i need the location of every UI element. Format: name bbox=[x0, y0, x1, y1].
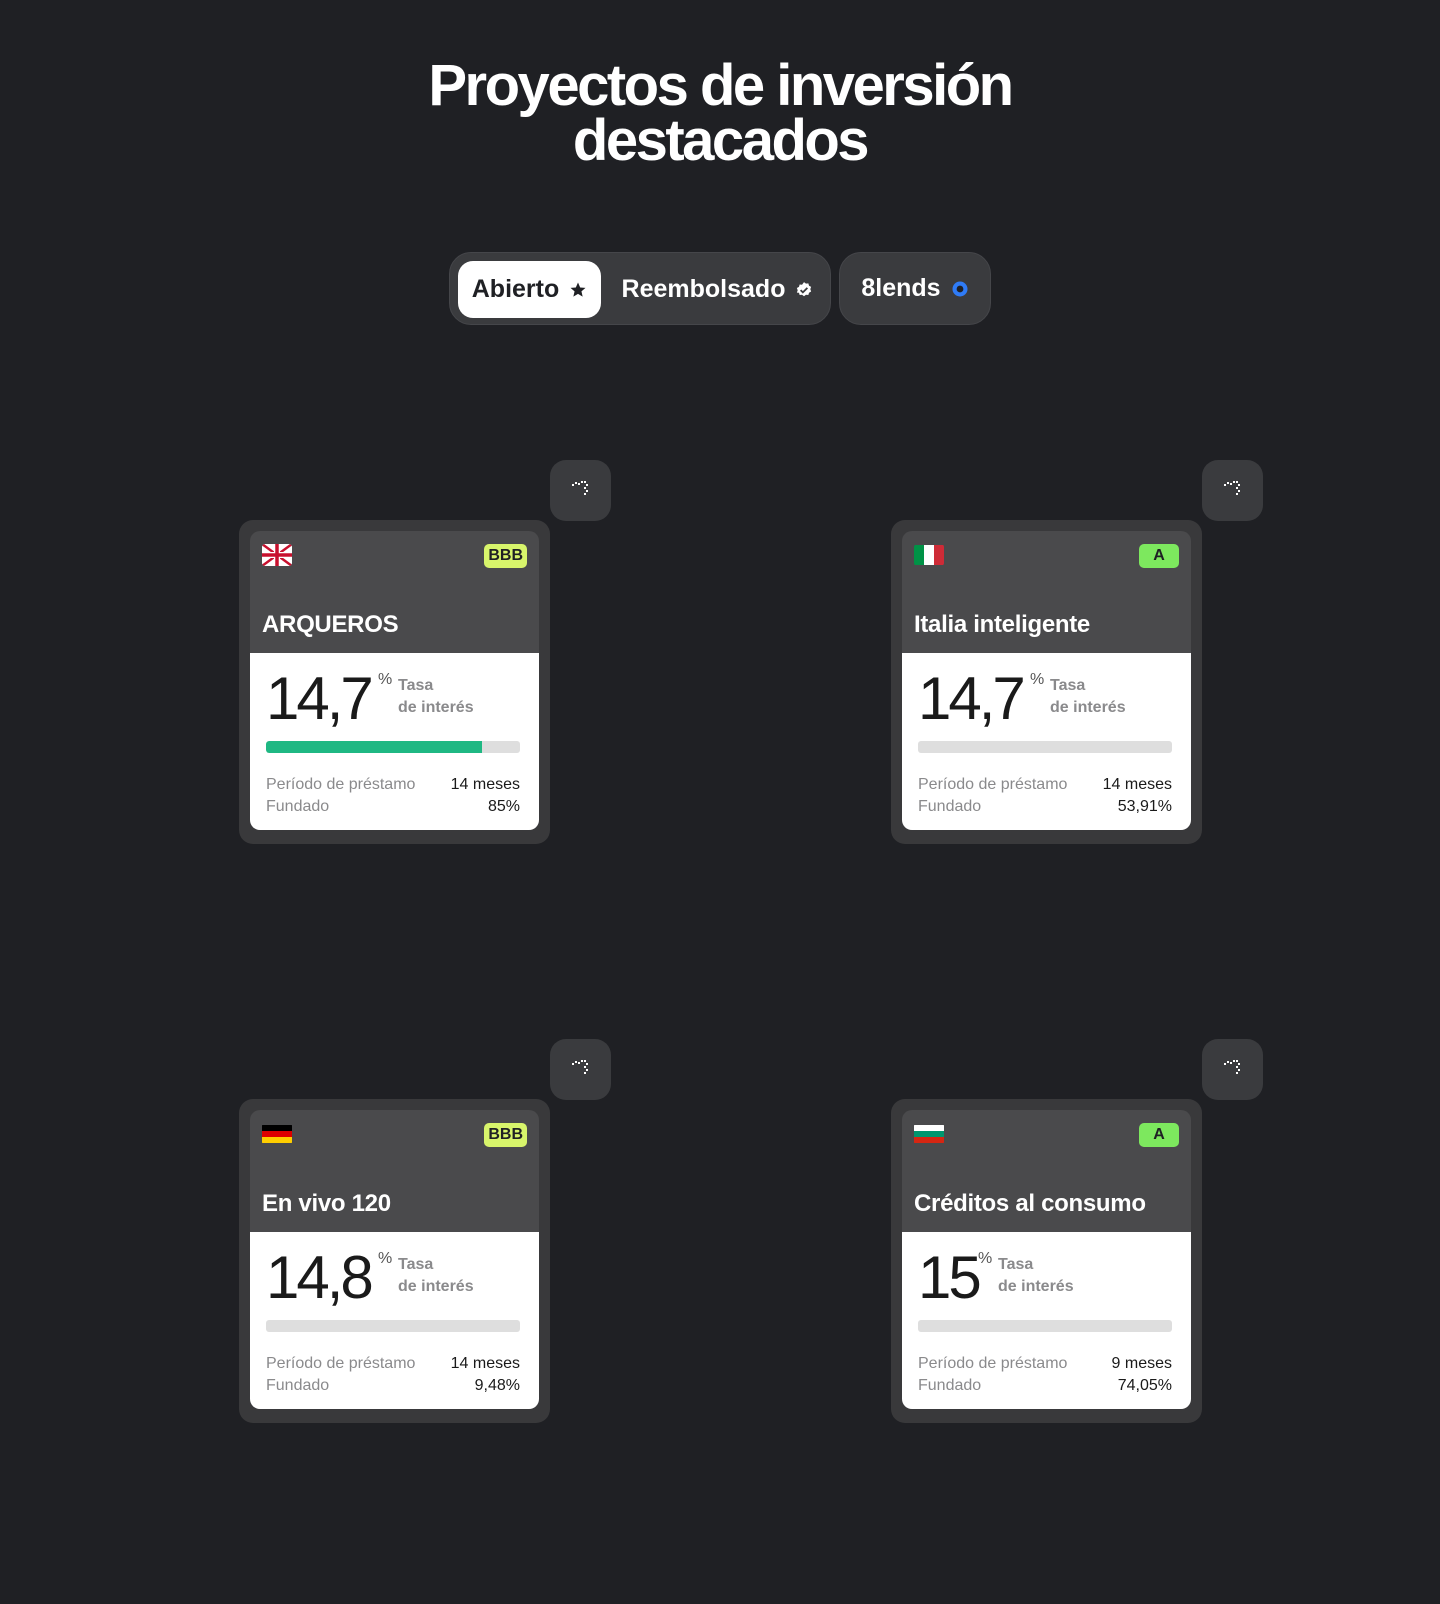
funding-progress-bar bbox=[918, 1320, 1172, 1332]
project-name: ARQUEROS bbox=[262, 611, 399, 638]
interest-rate-label: Tasa de interés bbox=[1050, 675, 1126, 719]
loan-period-label: Período de préstamo bbox=[266, 1355, 416, 1372]
germany-flag-icon bbox=[262, 1123, 292, 1145]
funding-progress-fill bbox=[266, 741, 482, 753]
card-frame: A Créditos al consumo 15 % Tasa de inter… bbox=[891, 1099, 1202, 1423]
star-icon bbox=[569, 281, 587, 299]
interest-rate-value: 15 bbox=[918, 1244, 982, 1311]
card-frame: A Italia inteligente 14,7 % Tasa de inte… bbox=[891, 520, 1202, 844]
status-tab-group: Abierto Reembolsado bbox=[449, 252, 831, 325]
interest-rate-label: Tasa de interés bbox=[998, 1254, 1074, 1298]
funded-row: Fundado 9,48% bbox=[266, 1375, 520, 1397]
interest-rate-value: 14,7 bbox=[266, 665, 374, 732]
card-body: 14,7 % Tasa de interés Período de présta… bbox=[902, 653, 1191, 830]
loan-period-label: Período de préstamo bbox=[266, 776, 416, 793]
rate-label-line-2: de interés bbox=[998, 1278, 1074, 1295]
percent-sign: % bbox=[978, 1250, 993, 1267]
interest-rate-label: Tasa de interés bbox=[398, 675, 474, 719]
card-body: 15 % Tasa de interés Período de préstamo… bbox=[902, 1232, 1191, 1409]
card-action-button[interactable] bbox=[550, 460, 611, 521]
tab-repaid[interactable]: Reembolsado bbox=[610, 261, 825, 318]
page-title-line-2: destacados bbox=[572, 108, 870, 173]
tab-repaid-label: Reembolsado bbox=[621, 275, 786, 303]
funding-progress-bar bbox=[266, 1320, 520, 1332]
card-frame: BBB ARQUEROS 14,7 % Tasa de interés Perí… bbox=[239, 520, 550, 844]
rating-badge: BBB bbox=[484, 544, 527, 568]
project-name: Créditos al consumo bbox=[914, 1190, 1146, 1217]
loan-period-row: Período de préstamo 9 meses bbox=[918, 1353, 1172, 1375]
card-header: A Créditos al consumo bbox=[902, 1110, 1191, 1232]
card-frame: BBB En vivo 120 14,8 % Tasa de interés P… bbox=[239, 1099, 550, 1423]
rate-label-line-1: Tasa bbox=[998, 1256, 1034, 1273]
interest-rate-value: 14,8 bbox=[266, 1244, 374, 1311]
funded-label: Fundado bbox=[918, 798, 982, 815]
loan-period-label: Período de préstamo bbox=[918, 1355, 1068, 1372]
page-title-line-1: Proyectos de inversión bbox=[428, 53, 1014, 118]
project-card[interactable]: A Italia inteligente 14,7 % Tasa de inte… bbox=[891, 460, 1263, 844]
page-title: Proyectos de inversión destacados bbox=[0, 53, 1440, 173]
card-action-button[interactable] bbox=[1202, 460, 1263, 521]
funded-label: Fundado bbox=[266, 1377, 330, 1394]
loan-period-value: 9 meses bbox=[1111, 1355, 1172, 1372]
rate-label-line-1: Tasa bbox=[1050, 677, 1086, 694]
loan-period-row: Período de préstamo 14 meses bbox=[266, 774, 520, 796]
loan-period-row: Período de préstamo 14 meses bbox=[918, 774, 1172, 796]
rating-badge: A bbox=[1139, 1123, 1179, 1147]
rate-label-line-2: de interés bbox=[1050, 699, 1126, 716]
project-card[interactable]: BBB ARQUEROS 14,7 % Tasa de interés Perí… bbox=[239, 460, 611, 844]
pixel-arrow-icon bbox=[570, 477, 592, 504]
project-card[interactable]: BBB En vivo 120 14,8 % Tasa de interés P… bbox=[239, 1039, 611, 1423]
rate-label-line-2: de interés bbox=[398, 699, 474, 716]
italy-flag-icon bbox=[914, 544, 944, 566]
card-header: BBB ARQUEROS bbox=[250, 531, 539, 653]
tab-8lends-label: 8lends bbox=[861, 274, 941, 302]
pixel-arrow-icon bbox=[570, 1056, 592, 1083]
percent-sign: % bbox=[378, 671, 393, 688]
loan-period-value: 14 meses bbox=[1102, 776, 1172, 793]
rating-badge: BBB bbox=[484, 1123, 527, 1147]
rate-label-line-1: Tasa bbox=[398, 677, 434, 694]
funded-row: Fundado 85% bbox=[266, 796, 520, 818]
funded-row: Fundado 74,05% bbox=[918, 1375, 1172, 1397]
funded-value: 85% bbox=[487, 798, 520, 815]
percent-sign: % bbox=[1030, 671, 1045, 688]
funding-progress-bar bbox=[918, 741, 1172, 753]
interest-rate-label: Tasa de interés bbox=[398, 1254, 474, 1298]
pixel-arrow-icon bbox=[1222, 1056, 1244, 1083]
tab-8lends[interactable]: 8lends bbox=[839, 252, 991, 325]
card-body: 14,7 % Tasa de interés Período de présta… bbox=[250, 653, 539, 830]
interest-rate-value: 14,7 bbox=[918, 665, 1026, 732]
brand-dot-icon bbox=[951, 280, 969, 298]
funding-progress-bar bbox=[266, 741, 520, 753]
rating-badge: A bbox=[1139, 544, 1179, 568]
tab-open[interactable]: Abierto bbox=[458, 261, 601, 318]
funded-value: 9,48% bbox=[474, 1377, 520, 1394]
funded-value: 53,91% bbox=[1117, 798, 1172, 815]
loan-period-value: 14 meses bbox=[450, 776, 520, 793]
card-action-button[interactable] bbox=[1202, 1039, 1263, 1100]
project-name: Italia inteligente bbox=[914, 611, 1090, 638]
funded-row: Fundado 53,91% bbox=[918, 796, 1172, 818]
percent-sign: % bbox=[378, 1250, 393, 1267]
tab-open-label: Abierto bbox=[471, 275, 560, 303]
rate-label-line-2: de interés bbox=[398, 1278, 474, 1295]
card-body: 14,8 % Tasa de interés Período de présta… bbox=[250, 1232, 539, 1409]
uk-flag-icon bbox=[262, 544, 292, 566]
loan-period-label: Período de préstamo bbox=[918, 776, 1068, 793]
card-header: BBB En vivo 120 bbox=[250, 1110, 539, 1232]
project-card[interactable]: A Créditos al consumo 15 % Tasa de inter… bbox=[891, 1039, 1263, 1423]
project-name: En vivo 120 bbox=[262, 1190, 391, 1217]
pixel-arrow-icon bbox=[1222, 477, 1244, 504]
loan-period-row: Período de préstamo 14 meses bbox=[266, 1353, 520, 1375]
funded-value: 74,05% bbox=[1117, 1377, 1172, 1394]
verified-check-icon bbox=[795, 281, 813, 299]
rate-label-line-1: Tasa bbox=[398, 1256, 434, 1273]
bulgaria-flag-icon bbox=[914, 1123, 944, 1145]
funded-label: Fundado bbox=[918, 1377, 982, 1394]
card-action-button[interactable] bbox=[550, 1039, 611, 1100]
card-header: A Italia inteligente bbox=[902, 531, 1191, 653]
loan-period-value: 14 meses bbox=[450, 1355, 520, 1372]
funded-label: Fundado bbox=[266, 798, 330, 815]
